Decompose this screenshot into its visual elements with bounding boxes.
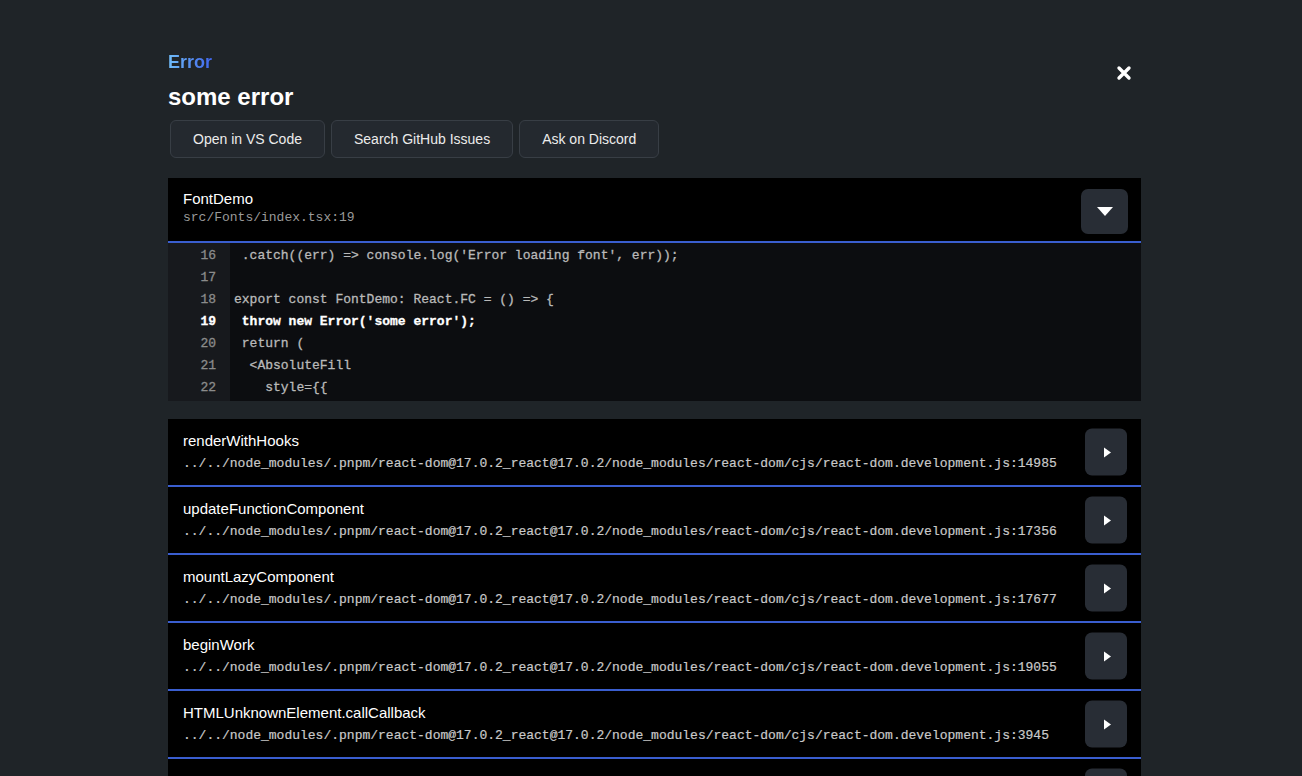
expand-stack-frame-button[interactable] — [1085, 429, 1127, 476]
code-text: throw new Error('some error'); — [230, 311, 476, 333]
action-buttons: Open in VS Code Search GitHub Issues Ask… — [170, 120, 1141, 158]
stack-frame-location: ../../node_modules/.pnpm/react-dom@17.0.… — [183, 524, 1126, 539]
stack-frame-function-name: renderWithHooks — [183, 432, 1126, 449]
code-line: 18export const FontDemo: React.FC = () =… — [168, 289, 1141, 311]
chevron-right-icon — [1104, 651, 1111, 661]
chevron-right-icon — [1104, 583, 1111, 593]
code-line: 22 style={{ — [168, 377, 1141, 399]
stack-frame-row — [168, 759, 1141, 776]
expand-stack-frame-button[interactable] — [1085, 565, 1127, 612]
line-number: 19 — [168, 311, 230, 333]
expand-stack-frame-button[interactable] — [1085, 497, 1127, 544]
line-number: 21 — [168, 355, 230, 377]
code-frame-function-name: FontDemo — [183, 190, 1126, 207]
chevron-right-icon — [1104, 719, 1111, 729]
code-text: .catch((err) => console.log('Error loadi… — [230, 245, 679, 267]
line-number: 18 — [168, 289, 230, 311]
line-number: 17 — [168, 267, 230, 289]
open-in-vscode-button[interactable]: Open in VS Code — [170, 120, 325, 158]
code-line: 19 throw new Error('some error'); — [168, 311, 1141, 333]
stack-frame-function-name: mountLazyComponent — [183, 568, 1126, 585]
stack-frame-row: HTMLUnknownElement.callCallback ../../nod… — [168, 691, 1141, 757]
collapse-code-frame-button[interactable] — [1081, 189, 1128, 234]
stack-frame-list: renderWithHooks ../../node_modules/.pnpm/… — [168, 419, 1141, 776]
line-number: 22 — [168, 377, 230, 399]
search-github-issues-button[interactable]: Search GitHub Issues — [331, 120, 513, 158]
error-message: some error — [168, 83, 1141, 111]
stack-frame-function-name: HTMLUnknownElement.callCallback — [183, 704, 1126, 721]
ask-on-discord-button[interactable]: Ask on Discord — [519, 120, 659, 158]
close-icon — [1116, 65, 1132, 81]
code-block: 16 .catch((err) => console.log('Error lo… — [168, 243, 1141, 401]
code-text — [230, 267, 234, 289]
stack-frame-row: updateFunctionComponent ../../node_module… — [168, 487, 1141, 553]
code-text: <AbsoluteFill — [230, 355, 351, 377]
line-number: 16 — [168, 245, 230, 267]
close-button[interactable] — [1116, 65, 1132, 81]
stack-frame-location: ../../node_modules/.pnpm/react-dom@17.0.… — [183, 456, 1126, 471]
code-text: style={{ — [230, 377, 328, 399]
line-number: 20 — [168, 333, 230, 355]
chevron-right-icon — [1104, 447, 1111, 457]
expand-stack-frame-button[interactable] — [1085, 633, 1127, 680]
stack-frame-function-name: updateFunctionComponent — [183, 500, 1126, 517]
code-text: export const FontDemo: React.FC = () => … — [230, 289, 554, 311]
error-overlay: Error some error Open in VS Code Search … — [168, 0, 1141, 776]
chevron-down-icon — [1097, 207, 1113, 216]
stack-frame-row: beginWork ../../node_modules/.pnpm/react-… — [168, 623, 1141, 689]
code-line: 20 return ( — [168, 333, 1141, 355]
chevron-right-icon — [1104, 515, 1111, 525]
code-line: 21 <AbsoluteFill — [168, 355, 1141, 377]
stack-frame-location: ../../node_modules/.pnpm/react-dom@17.0.… — [183, 592, 1126, 607]
error-type-label: Error — [168, 52, 212, 73]
code-frame: FontDemo src/Fonts/index.tsx:19 16 .catc… — [168, 178, 1141, 401]
expand-stack-frame-button[interactable] — [1085, 701, 1127, 748]
code-line: 17 — [168, 267, 1141, 289]
code-line: 16 .catch((err) => console.log('Error lo… — [168, 245, 1141, 267]
stack-frame-function-name: beginWork — [183, 636, 1126, 653]
stack-frame-row: renderWithHooks ../../node_modules/.pnpm/… — [168, 419, 1141, 485]
code-frame-header: FontDemo src/Fonts/index.tsx:19 — [168, 178, 1141, 241]
stack-frame-location: ../../node_modules/.pnpm/react-dom@17.0.… — [183, 660, 1126, 675]
stack-frame-location: ../../node_modules/.pnpm/react-dom@17.0.… — [183, 728, 1126, 743]
stack-frame-row: mountLazyComponent ../../node_modules/.pn… — [168, 555, 1141, 621]
expand-stack-frame-button[interactable] — [1085, 769, 1127, 776]
code-text: return ( — [230, 333, 304, 355]
code-frame-location: src/Fonts/index.tsx:19 — [183, 210, 1126, 225]
